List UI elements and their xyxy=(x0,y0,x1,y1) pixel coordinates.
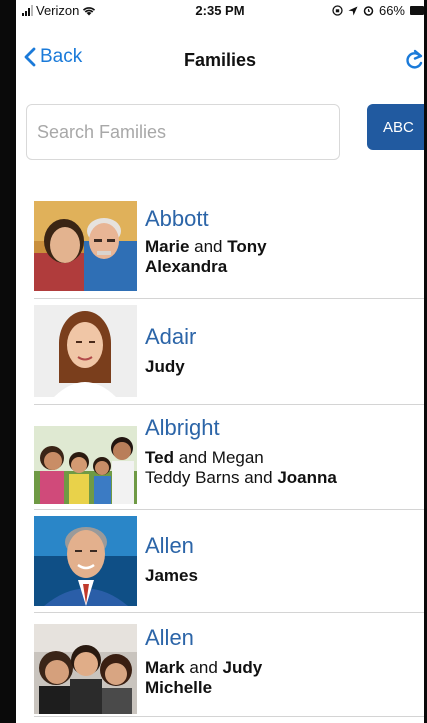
status-bar: Verizon 2:35 PM 66% xyxy=(16,0,424,22)
family-members-line: Judy xyxy=(145,357,196,377)
member-connector: Teddy Barns and xyxy=(145,468,278,487)
family-photo-couple-icon xyxy=(34,201,137,291)
member-name: Judy xyxy=(222,658,263,677)
family-text: Adair Judy xyxy=(145,325,196,377)
member-name: Ted xyxy=(145,448,174,467)
refresh-button[interactable] xyxy=(404,49,424,76)
member-connector: and xyxy=(189,237,228,256)
family-members-line: Marie and Tony xyxy=(145,237,267,257)
family-surname: Allen xyxy=(145,533,194,558)
status-right: 66% xyxy=(332,3,424,18)
family-surname: Abbott xyxy=(145,206,209,231)
member-connector: and xyxy=(184,658,223,677)
screen: Verizon 2:35 PM 66% Back Families Search… xyxy=(16,0,424,723)
member-name: James xyxy=(145,566,198,585)
family-text: Abbott Marie and Tony Alexandra xyxy=(145,207,267,277)
device-bezel-left xyxy=(0,0,16,723)
member-name: Tony xyxy=(227,237,267,256)
row-divider xyxy=(34,612,424,613)
member-name: Joanna xyxy=(277,468,337,487)
member-name: Michelle xyxy=(145,678,213,697)
rotation-lock-icon xyxy=(332,5,343,16)
location-icon xyxy=(348,6,358,15)
member-name: Judy xyxy=(145,357,185,376)
family-photo-trio-icon xyxy=(34,624,137,714)
navigation-bar: Back Families xyxy=(16,36,424,84)
member-name: Marie xyxy=(145,237,190,256)
search-input[interactable] xyxy=(26,104,340,160)
family-row[interactable]: Allen Mark and Judy Michelle xyxy=(16,618,424,723)
member-connector: and Megan xyxy=(173,448,264,467)
family-members-line: Mark and Judy xyxy=(145,658,262,678)
family-children-line: Alexandra xyxy=(145,257,267,277)
family-text: Albright Ted and Megan Teddy Barns and J… xyxy=(145,416,337,488)
family-row[interactable]: Allen James xyxy=(16,514,424,610)
family-text: Allen James xyxy=(145,534,198,586)
alphabetical-sort-button[interactable]: ABC xyxy=(367,104,424,150)
alarm-icon xyxy=(363,6,374,16)
family-row[interactable]: Adair Judy xyxy=(16,305,424,401)
family-children-line: Teddy Barns and Joanna xyxy=(145,468,337,488)
family-photo-man-icon xyxy=(34,516,137,606)
row-divider xyxy=(34,509,424,510)
family-children-line: Michelle xyxy=(145,678,262,698)
page-title: Families xyxy=(183,50,257,70)
row-divider xyxy=(34,404,424,405)
family-surname: Adair xyxy=(145,324,197,349)
family-surname: Allen xyxy=(145,625,194,650)
family-row[interactable]: Abbott Marie and Tony Alexandra xyxy=(16,201,424,297)
member-name: Alexandra xyxy=(145,257,228,276)
family-surname: Albright xyxy=(145,415,220,440)
family-photo-woman-icon xyxy=(34,305,137,397)
family-row[interactable]: Albright Ted and Megan Teddy Barns and J… xyxy=(16,414,424,508)
battery-icon xyxy=(410,6,424,15)
family-text: Allen Mark and Judy Michelle xyxy=(145,626,262,698)
row-divider xyxy=(34,716,424,717)
refresh-icon xyxy=(406,49,423,69)
battery-percent: 66% xyxy=(378,3,405,18)
family-members-line: Ted and Megan xyxy=(145,448,337,468)
row-divider xyxy=(34,298,424,299)
family-members-line: James xyxy=(145,566,198,586)
family-photo-group-icon xyxy=(34,426,137,504)
member-name: Mark xyxy=(145,658,185,677)
